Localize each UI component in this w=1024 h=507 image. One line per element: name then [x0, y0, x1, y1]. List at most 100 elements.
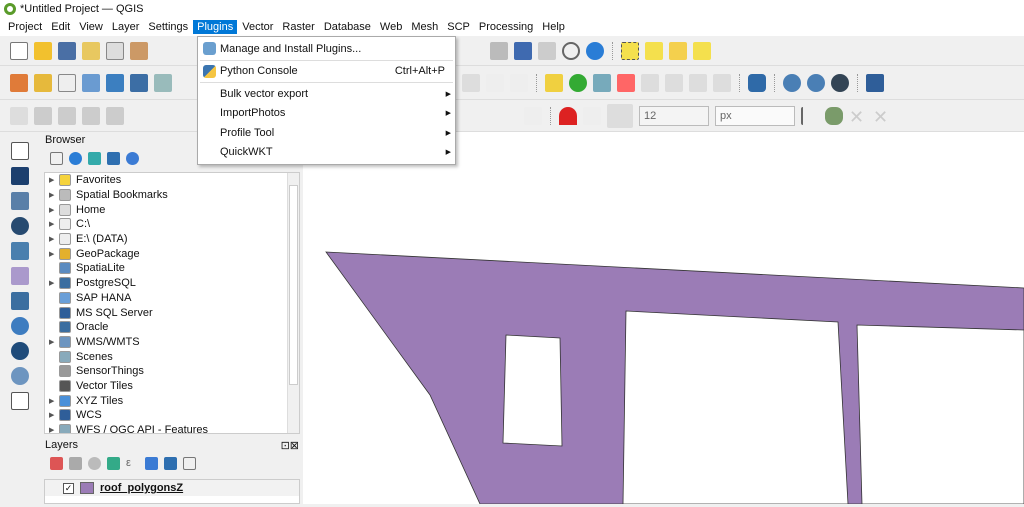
new-bookmark-icon[interactable] — [514, 41, 532, 60]
menu-edit[interactable]: Edit — [47, 20, 74, 34]
menu-vector[interactable]: Vector — [238, 20, 277, 34]
panel-close-icon[interactable]: ⊡⊠ — [281, 439, 299, 452]
menu-item-python-console[interactable]: Python Console Ctrl+Alt+P — [198, 62, 455, 82]
select-features-icon[interactable] — [621, 41, 639, 60]
add-raster-layer-icon[interactable] — [11, 167, 29, 185]
layer-item[interactable]: ✓ roof_polygonsZ — [45, 480, 299, 496]
expression-filter-icon[interactable]: ε — [126, 457, 139, 470]
menu-item-importphotos[interactable]: ImportPhotos ▶ — [198, 104, 455, 124]
browser-item[interactable]: SAP HANA — [45, 291, 299, 306]
browser-item[interactable]: Vector Tiles — [45, 379, 299, 394]
expand-arrow-icon[interactable]: ▶ — [49, 176, 59, 184]
menu-item-quickwkt[interactable]: QuickWKT ▶ — [198, 143, 455, 163]
menu-scp[interactable]: SCP — [443, 20, 474, 34]
select-by-value-icon[interactable] — [645, 41, 663, 60]
roof-polygon[interactable] — [325, 251, 1024, 505]
add-wms-icon[interactable] — [11, 317, 29, 335]
open-project-icon[interactable] — [34, 41, 52, 60]
new-print-layout-icon[interactable] — [82, 41, 100, 60]
expand-arrow-icon[interactable]: ▶ — [49, 279, 59, 287]
layout-manager-icon[interactable] — [106, 41, 124, 60]
refresh-icon[interactable] — [69, 151, 82, 165]
snapping-type-icon[interactable] — [607, 103, 633, 128]
expand-arrow-icon[interactable]: ▶ — [49, 220, 59, 228]
browser-item[interactable]: ▶ E:\ (DATA) — [45, 232, 299, 247]
undo-icon[interactable] — [486, 73, 504, 92]
style-manager-icon[interactable] — [130, 41, 148, 60]
fill-ring-icon[interactable] — [82, 106, 100, 125]
visibility-icon[interactable] — [88, 456, 101, 470]
new-shapefile-layer-icon[interactable] — [58, 73, 76, 92]
trace-icon[interactable] — [897, 107, 915, 125]
snapping-unit-select[interactable]: px — [715, 105, 795, 126]
browser-item[interactable]: ▶ C:\ — [45, 217, 299, 232]
add-selected-layers-icon[interactable] — [50, 151, 63, 165]
self-snapping-icon[interactable] — [825, 106, 843, 125]
delete-ring-icon[interactable] — [106, 106, 124, 125]
new-3d-map-icon[interactable] — [466, 42, 484, 60]
new-layer-icon[interactable] — [11, 392, 29, 410]
diagram-icon[interactable] — [569, 73, 587, 92]
filter-legend-icon[interactable] — [107, 456, 120, 470]
menu-item-profile-tool[interactable]: Profile Tool ▶ — [198, 123, 455, 143]
intersection-icon[interactable]: ✕ — [849, 107, 867, 127]
browser-item[interactable]: ▶ Spatial Bookmarks — [45, 188, 299, 203]
add-part-icon[interactable] — [58, 106, 76, 125]
add-wcs-icon[interactable] — [11, 342, 29, 360]
map-canvas[interactable] — [303, 132, 1024, 505]
scrollbar-thumb[interactable] — [289, 185, 298, 385]
browser-item[interactable]: ▶ WCS — [45, 408, 299, 423]
new-geopackage-layer-icon[interactable] — [34, 73, 52, 92]
add-group-icon[interactable] — [69, 456, 82, 470]
new-project-icon[interactable] — [10, 41, 28, 60]
filter-icon[interactable] — [88, 151, 101, 165]
add-ring-icon[interactable] — [34, 106, 52, 125]
measure-icon[interactable] — [10, 106, 28, 125]
add-vector-layer-icon[interactable] — [11, 142, 29, 160]
menu-mesh[interactable]: Mesh — [407, 20, 442, 34]
paste-features-icon[interactable] — [462, 73, 480, 92]
snapping-mode-icon[interactable] — [583, 106, 601, 125]
browser-item[interactable]: ▶ WFS / OGC API - Features — [45, 423, 299, 433]
browser-item[interactable]: ▶ PostgreSQL — [45, 276, 299, 291]
expand-all-icon[interactable] — [145, 456, 158, 470]
database-icon[interactable] — [748, 73, 766, 92]
browser-item[interactable]: Scenes — [45, 349, 299, 364]
expand-arrow-icon[interactable]: ▶ — [49, 206, 59, 214]
expand-arrow-icon[interactable]: ▶ — [49, 250, 59, 258]
expand-arrow-icon[interactable]: ▶ — [49, 411, 59, 419]
add-virtual-layer-icon[interactable] — [11, 267, 29, 285]
layer-visibility-checkbox[interactable]: ✓ — [63, 482, 74, 494]
browser-item[interactable]: ▶ Home — [45, 202, 299, 217]
menu-view[interactable]: View — [75, 20, 107, 34]
menu-help[interactable]: Help — [538, 20, 569, 34]
menu-layer[interactable]: Layer — [108, 20, 144, 34]
reshape-icon[interactable] — [500, 107, 518, 125]
search-web-icon[interactable] — [831, 73, 849, 92]
menu-plugins[interactable]: Plugins — [193, 20, 238, 34]
browser-item[interactable]: ▶ Favorites — [45, 173, 299, 188]
info-icon[interactable] — [126, 151, 139, 165]
temporal-controller-icon[interactable] — [562, 41, 580, 60]
new-mesh-layer-icon[interactable] — [154, 73, 172, 92]
pin-labels-icon[interactable] — [593, 73, 611, 92]
new-virtual-layer-icon[interactable] — [106, 73, 124, 92]
show-bookmarks-icon[interactable] — [538, 41, 556, 60]
snapping-tolerance-input[interactable]: 12 — [639, 105, 709, 126]
metasearch-icon[interactable] — [783, 73, 801, 92]
browser-item[interactable]: ▶ XYZ Tiles — [45, 393, 299, 408]
refresh-icon[interactable] — [586, 41, 604, 60]
expand-arrow-icon[interactable]: ▶ — [49, 191, 59, 199]
help-icon[interactable] — [866, 73, 884, 92]
expand-arrow-icon[interactable]: ▶ — [49, 338, 59, 346]
menu-raster[interactable]: Raster — [278, 20, 318, 34]
browser-item[interactable]: ▶ WMS/WMTS — [45, 335, 299, 350]
browser-item[interactable]: Oracle — [45, 320, 299, 335]
data-source-manager-icon[interactable] — [10, 73, 28, 92]
redo-icon[interactable] — [510, 73, 528, 92]
browser-scrollbar[interactable] — [287, 173, 299, 433]
wms-icon[interactable] — [807, 73, 825, 92]
style-panel-icon[interactable] — [50, 456, 63, 470]
snapping-magnet-icon[interactable] — [559, 106, 577, 125]
change-label-icon[interactable] — [689, 73, 707, 92]
